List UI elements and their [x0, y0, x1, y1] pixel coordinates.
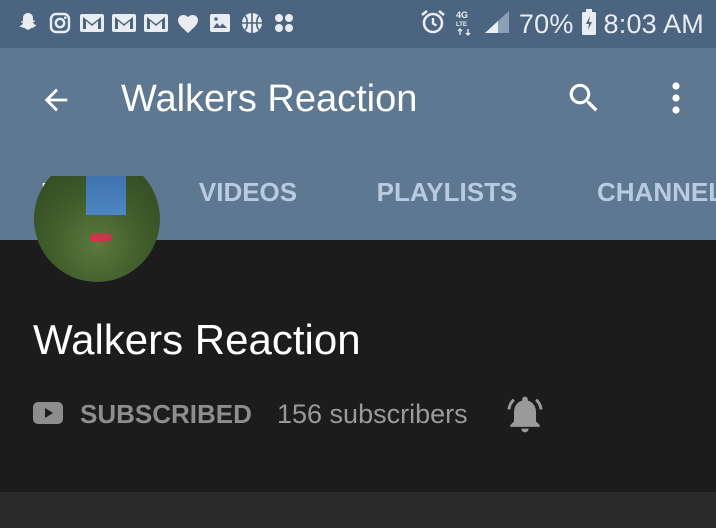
back-button[interactable] — [30, 74, 82, 126]
subscribed-button[interactable]: SUBSCRIBED — [80, 398, 252, 430]
content-divider — [0, 492, 716, 528]
signal-icon — [483, 9, 511, 40]
svg-text:LTE: LTE — [456, 22, 467, 28]
battery-percent: 70% — [518, 8, 574, 39]
channel-avatar[interactable] — [34, 176, 160, 282]
status-icons: 4G LTE 70% 8:03 AM — [419, 6, 704, 42]
network-4g-icon: 4G LTE — [455, 8, 475, 41]
notification-bell-button[interactable] — [501, 390, 549, 438]
back-arrow-icon — [44, 88, 68, 112]
status-bar: 4G LTE 70% 8:03 AM — [0, 0, 716, 48]
gmail-icon — [78, 9, 106, 37]
snapchat-icon — [14, 9, 42, 37]
image-icon — [206, 9, 234, 37]
app-icon — [270, 9, 298, 37]
subscription-row: SUBSCRIBED 156 subscribers — [33, 394, 593, 434]
channel-name: Walkers Reaction — [33, 316, 361, 363]
instagram-icon — [46, 9, 74, 37]
heart-icon — [174, 9, 202, 37]
subscriber-count: 156 subscribers — [277, 399, 468, 429]
clock: 8:03 AM — [603, 8, 704, 39]
gmail-icon — [110, 9, 138, 37]
search-button[interactable] — [558, 72, 610, 124]
tab-channels[interactable]: CHANNEL — [597, 144, 716, 240]
battery-icon — [581, 8, 596, 40]
youtube-icon — [33, 402, 63, 424]
svg-text:4G: 4G — [456, 10, 468, 20]
basketball-icon — [238, 9, 266, 37]
tab-playlists[interactable]: PLAYLISTS — [362, 144, 532, 240]
tab-videos[interactable]: VIDEOS — [172, 144, 324, 240]
alarm-icon — [419, 8, 447, 41]
gmail-icon — [142, 9, 170, 37]
more-options-button[interactable] — [652, 72, 700, 124]
page-title: Walkers Reaction — [121, 78, 418, 120]
search-icon — [569, 83, 598, 112]
notification-bell-icon — [507, 396, 543, 433]
more-vert-icon — [672, 82, 680, 114]
notification-icons — [14, 9, 298, 37]
